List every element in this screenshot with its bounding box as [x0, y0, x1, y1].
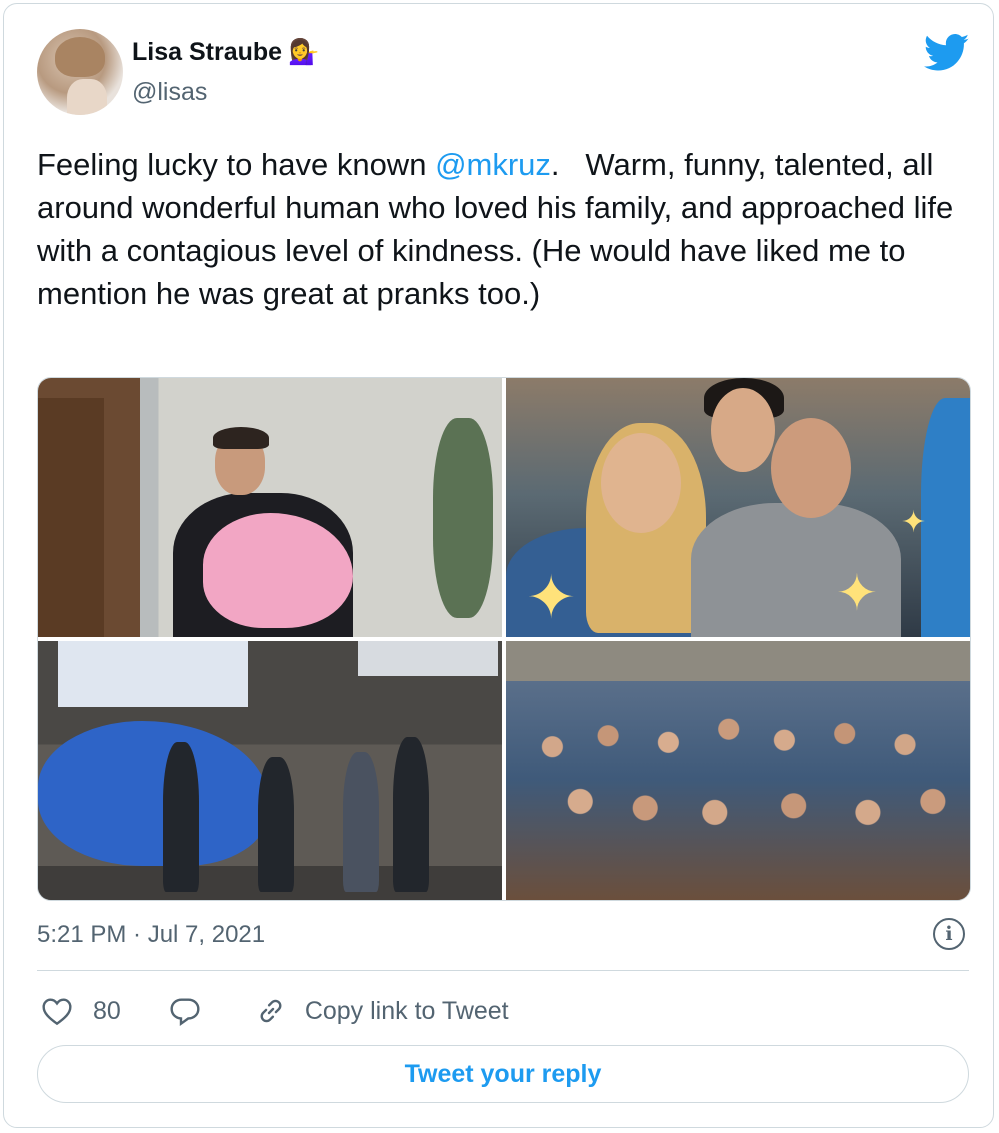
- photo-2-face-right: [771, 418, 851, 518]
- tweet-your-reply-button[interactable]: Tweet your reply: [37, 1045, 969, 1103]
- copy-link-label: Copy link to Tweet: [304, 996, 509, 1025]
- photo-4-crowd: [506, 681, 970, 900]
- author-handle[interactable]: @lisas: [132, 78, 207, 107]
- avatar-hair: [55, 37, 105, 77]
- photo-1-plant: [433, 418, 493, 618]
- divider: [37, 970, 969, 971]
- photo-2-face-middle: [711, 388, 775, 472]
- photo-3-person: [163, 742, 199, 892]
- photo-1[interactable]: [38, 378, 502, 637]
- sparkle-icon: ✦: [836, 565, 878, 621]
- heart-icon: [42, 998, 72, 1026]
- like-button[interactable]: 80: [41, 996, 169, 1026]
- tweet-timestamp[interactable]: 5:21 PM · Jul 7, 2021: [37, 921, 265, 949]
- sparkle-icon: ✦: [901, 506, 927, 539]
- photo-3-screen: [58, 641, 248, 707]
- link-icon: [260, 999, 282, 1023]
- photo-1-door: [38, 398, 104, 637]
- photo-2-edge-person: [921, 398, 970, 637]
- like-count: 80: [93, 996, 121, 1025]
- tweet-text: Feeling lucky to have known @mkruz. Warm…: [37, 143, 977, 315]
- reply-button[interactable]: [169, 996, 201, 1026]
- author-name-row[interactable]: Lisa Straube 💁‍♀️: [132, 38, 319, 67]
- tweet-text-start: Feeling lucky to have known: [37, 147, 436, 182]
- author-display-name[interactable]: Lisa Straube: [132, 38, 282, 67]
- photo-3-bird-wall: [38, 721, 268, 866]
- photo-3-person: [393, 737, 429, 892]
- sparkle-icon: ✦: [526, 564, 577, 631]
- reply-bubble-icon: [170, 998, 200, 1026]
- info-icon[interactable]: i: [933, 918, 965, 950]
- photo-1-person: [163, 427, 353, 637]
- twitter-bird-icon[interactable]: [924, 34, 970, 72]
- photo-4[interactable]: [506, 641, 970, 900]
- photo-3-person: [258, 757, 294, 892]
- author-name-emoji: 💁‍♀️: [288, 38, 320, 66]
- media-grid: ✦ ✦ ✦: [37, 377, 971, 901]
- photo-2-face-left: [601, 433, 681, 533]
- photo-2[interactable]: ✦ ✦ ✦: [506, 378, 970, 637]
- photo-3-screen-2: [358, 641, 498, 676]
- photo-3-person: [343, 752, 379, 892]
- action-bar: 80 Copy link to Tweet: [41, 992, 509, 1030]
- avatar[interactable]: [37, 29, 123, 115]
- avatar-body: [67, 79, 107, 115]
- photo-3[interactable]: [38, 641, 502, 900]
- photo-1-hair: [213, 427, 269, 449]
- copy-link-button[interactable]: Copy link to Tweet: [255, 995, 509, 1027]
- mention-link[interactable]: @mkruz: [435, 147, 551, 182]
- tweet-card: Lisa Straube 💁‍♀️ @lisas Feeling lucky t…: [3, 3, 994, 1128]
